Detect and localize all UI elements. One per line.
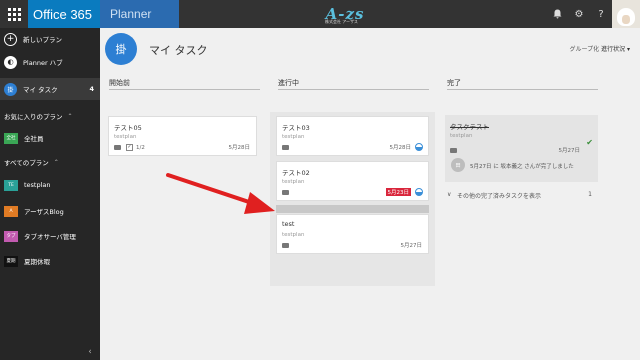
my-tasks-count: 4 [89, 85, 94, 93]
task-title: テスト03 [282, 124, 310, 132]
comment-icon [282, 145, 289, 150]
comment-icon [450, 148, 457, 153]
waffle-icon [7, 7, 21, 21]
comment-icon [114, 145, 121, 150]
hub-icon: ◐ [4, 55, 17, 69]
sidebar-item-plan[interactable]: 全社 全社員 [0, 127, 100, 149]
sidebar-item-my-tasks[interactable]: 掛 マイ タスク 4 [0, 78, 100, 100]
group-by-label: グループ化 [569, 46, 600, 53]
sidebar-item-plan[interactable]: A アーザスBlog [0, 200, 100, 222]
sidebar-item-label: タブオサーバ管理 [24, 233, 76, 241]
office365-link[interactable]: Office 365 [28, 0, 100, 28]
column-header-in-progress: 進行中 [278, 79, 299, 87]
task-title: タスクテスト [450, 123, 489, 131]
task-plan: testplan [282, 134, 305, 140]
half-progress-icon [415, 143, 423, 151]
column-divider [278, 89, 429, 90]
new-plan-button[interactable]: + 新しいプラン [0, 28, 100, 50]
due-date: 5月28日 [389, 145, 412, 151]
task-card[interactable]: テスト03 testplan 5月28日 [276, 116, 429, 156]
task-plan: testplan [282, 179, 305, 185]
main-content: 掛 マイ タスク グループ化 進行状況 ▾ 開始前 進行中 完了 テスト05 t… [100, 28, 640, 360]
new-plan-label: 新しいプラン [23, 36, 62, 44]
sidebar-item-label: マイ タスク [23, 86, 58, 94]
group-by-value: 進行状況 ▾ [601, 46, 630, 53]
sheep-avatar-icon [617, 8, 635, 26]
task-title: テスト02 [282, 169, 310, 177]
completed-count: 1 [588, 191, 592, 198]
plan-tile: 夏期 [4, 255, 18, 267]
sidebar-item-label: アーザスBlog [24, 208, 64, 216]
all-plans-heading-label: すべてのプラン [4, 159, 49, 167]
task-title: test [282, 220, 295, 228]
comment-icon [282, 190, 289, 195]
logo-subtitle: 株式会社 アーザス [325, 19, 358, 24]
sidebar-item-plan[interactable]: タブ タブオサーバ管理 [0, 225, 100, 247]
user-avatar[interactable] [612, 0, 640, 28]
sidebar-item-plan[interactable]: TE testplan [0, 174, 100, 196]
sidebar-item-plan[interactable]: 夏期 夏期休暇 [0, 250, 100, 272]
column-divider [109, 89, 260, 90]
avatar: 田 [451, 158, 465, 172]
bell-icon [553, 9, 561, 19]
task-plan: testplan [450, 133, 473, 139]
sidebar: + 新しいプラン ◐ Planner ハブ 掛 マイ タスク 4 お気に入りのプ… [0, 28, 100, 360]
show-completed-label: その他の完了済みタスクを表示 [457, 193, 542, 200]
task-plan: testplan [114, 134, 137, 140]
sidebar-item-label: 夏期休暇 [24, 258, 50, 266]
due-date: 5月28日 [228, 145, 251, 151]
page-title: マイ タスク [149, 44, 208, 57]
overdue-date-badge: 5月23日 [385, 188, 411, 196]
chevron-left-icon: ‹ [88, 347, 92, 357]
company-logo: A-zs 株式会社 アーザス [315, 3, 375, 25]
checklist-progress: 1/2 [136, 145, 145, 151]
checklist-icon: ✓ [126, 144, 133, 151]
top-bar: Office 365 Planner A-zs 株式会社 アーザス ⚙ ? [0, 0, 640, 28]
planner-link[interactable]: Planner [100, 0, 180, 28]
plan-tile: タブ [4, 230, 18, 242]
due-date: 5月27日 [400, 243, 423, 249]
plan-tile: 全社 [4, 132, 18, 144]
column-header-completed: 完了 [447, 79, 461, 87]
task-card[interactable]: テスト02 testplan 5月23日 [276, 161, 429, 201]
plan-icon: 掛 [105, 33, 137, 65]
chevron-up-icon: ⌃ [53, 158, 59, 166]
collapse-sidebar-button[interactable]: ‹ [84, 346, 96, 358]
sidebar-item-label: Planner ハブ [23, 59, 63, 67]
sidebar-item-label: testplan [24, 181, 51, 189]
checkmark-icon: ✔ [586, 138, 593, 147]
chevron-down-icon: ∨ [447, 191, 452, 198]
comment-icon [282, 243, 289, 248]
plan-tile: A [4, 205, 18, 217]
column-divider [447, 89, 598, 90]
task-card[interactable]: テスト05 testplan ✓ 1/2 5月28日 [108, 116, 257, 156]
completed-task-card[interactable]: タスクテスト testplan 5月27日 ✔ 田 5月27日 に 坂本義之 さ… [445, 115, 598, 182]
task-title: テスト05 [114, 124, 142, 132]
all-plans-heading[interactable]: すべてのプラン ⌃ [0, 153, 100, 171]
gear-icon: ⚙ [574, 8, 584, 20]
task-plan: testplan [282, 232, 305, 238]
help-button[interactable]: ? [590, 0, 612, 28]
group-by-dropdown[interactable]: グループ化 進行状況 ▾ [570, 44, 630, 53]
completion-date: 5月27日 [558, 148, 581, 154]
half-progress-icon [415, 188, 423, 196]
column-header-not-started: 開始前 [109, 79, 130, 87]
chevron-up-icon: ⌃ [67, 112, 73, 120]
question-icon: ? [598, 8, 604, 20]
favorites-heading-label: お気に入りのプラン [4, 113, 63, 121]
plan-tile: TE [4, 179, 18, 191]
sidebar-item-label: 全社員 [24, 135, 44, 143]
favorites-heading[interactable]: お気に入りのプラン ⌃ [0, 107, 100, 125]
task-card[interactable]: test testplan 5月27日 [276, 214, 429, 254]
drop-placeholder [276, 205, 429, 213]
show-completed-toggle[interactable]: ∨ その他の完了済みタスクを表示 1 [447, 191, 598, 201]
sidebar-item-planner-hub[interactable]: ◐ Planner ハブ [0, 51, 100, 73]
settings-button[interactable]: ⚙ [568, 0, 590, 28]
plus-icon: + [4, 32, 17, 46]
notifications-button[interactable] [546, 0, 568, 28]
app-launcher-button[interactable] [0, 0, 28, 28]
my-tasks-icon: 掛 [4, 82, 17, 96]
completed-by-note: 5月27日 に 坂本義之 さんが完了しました [470, 164, 574, 170]
